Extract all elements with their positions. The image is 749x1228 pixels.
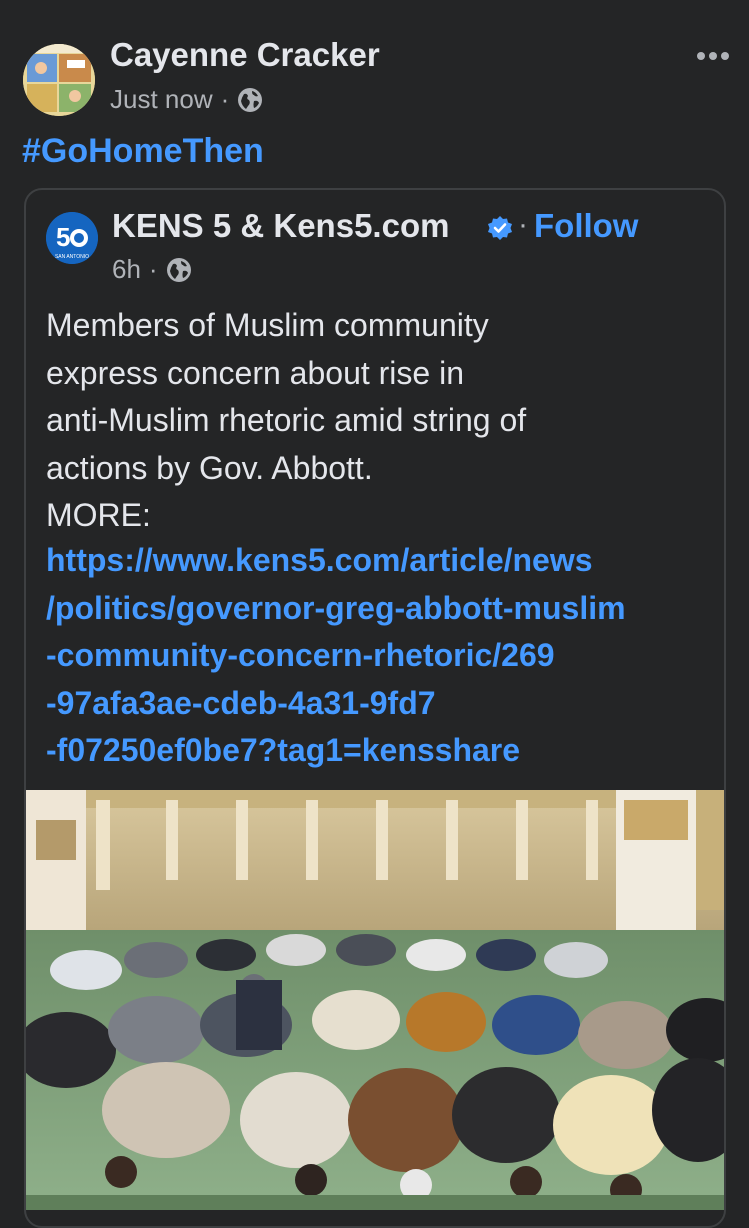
avatar[interactable] xyxy=(23,44,95,116)
globe-icon xyxy=(237,87,263,113)
shared-post-card[interactable]: 5 SAN ANTONIO KENS 5 & Kens5.com · Follo… xyxy=(24,188,726,1228)
ellipsis-icon[interactable] xyxy=(692,38,734,74)
post-header: Cayenne Cracker Just now · xyxy=(0,0,749,130)
logo-subtext: SAN ANTONIO xyxy=(55,254,89,260)
author-name[interactable]: Cayenne Cracker xyxy=(110,36,380,74)
avatar-comic-image xyxy=(23,44,95,116)
shared-post-text: Members of Muslim community express conc… xyxy=(46,307,527,533)
post-timestamp[interactable]: Just now xyxy=(110,84,213,115)
meta-separator: · xyxy=(220,84,230,114)
shared-post-meta: 6h · xyxy=(112,254,192,285)
post-meta: Just now · xyxy=(110,84,263,115)
verified-badge-icon xyxy=(487,215,513,241)
page-name[interactable]: KENS 5 & Kens5.com xyxy=(112,207,449,245)
globe-icon xyxy=(166,257,192,283)
follow-separator: · xyxy=(518,208,528,241)
follow-button[interactable]: Follow xyxy=(534,207,638,245)
logo-numeral: 5 xyxy=(56,222,70,252)
hashtag-link[interactable]: #GoHomeThen xyxy=(22,132,264,171)
shared-post-timestamp[interactable]: 6h xyxy=(112,254,141,285)
kens5-logo[interactable]: 5 SAN ANTONIO xyxy=(46,212,98,264)
article-link[interactable]: https://www.kens5.com/article/news /poli… xyxy=(46,537,721,775)
mosque-prayer-photo[interactable] xyxy=(26,790,724,1210)
shared-meta-separator: · xyxy=(148,254,158,284)
